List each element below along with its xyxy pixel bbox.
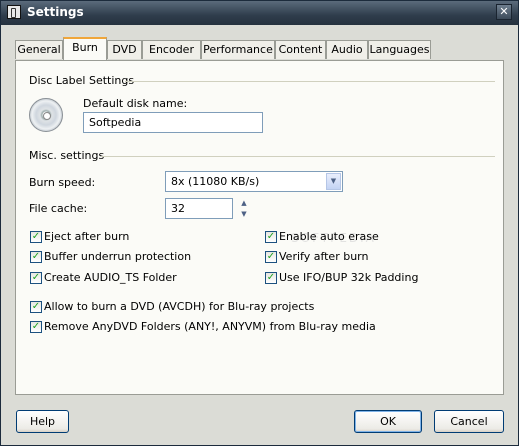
enable-auto-erase-label: Enable auto erase <box>279 230 379 243</box>
checkmark-icon[interactable]: ✓ <box>30 272 42 284</box>
disc-icon <box>29 98 63 132</box>
tab-languages[interactable]: Languages <box>368 40 431 59</box>
default-disk-name-field[interactable]: Softpedia <box>83 112 263 133</box>
file-cache-stepper[interactable]: ▲ ▼ <box>237 198 251 219</box>
burn-speed-value: 8x (11080 KB/s) <box>171 175 260 188</box>
burn-speed-label: Burn speed: <box>29 176 96 189</box>
checkmark-icon[interactable]: ✓ <box>30 231 42 243</box>
file-cache-field[interactable]: 32 <box>165 198 233 219</box>
window-title: Settings <box>27 5 84 19</box>
group-divider <box>101 156 495 157</box>
burn-speed-dropdown[interactable]: 8x (11080 KB/s) ▼ <box>165 171 343 192</box>
eject-after-burn-label: Eject after burn <box>44 230 130 243</box>
remove-anydvd-label: Remove AnyDVD Folders (ANY!, ANYVM) from… <box>44 320 376 333</box>
help-button[interactable]: Help <box>16 410 69 433</box>
checkmark-icon[interactable]: ✓ <box>30 321 42 333</box>
disc-label-group-title: Disc Label Settings <box>29 74 135 87</box>
allow-avchd-label: Allow to burn a DVD (AVCDH) for Blu-ray … <box>44 300 315 313</box>
tab-encoder[interactable]: Encoder <box>142 40 201 59</box>
checkmark-icon[interactable]: ✓ <box>265 231 277 243</box>
close-icon: ✕ <box>499 5 509 18</box>
misc-settings-group-title: Misc. settings <box>29 149 105 162</box>
settings-window: Settings ✕ General Burn DVD Encoder Perf… <box>0 0 519 446</box>
app-icon <box>7 5 21 19</box>
verify-after-burn-label: Verify after burn <box>279 250 369 263</box>
tab-content[interactable]: Content <box>275 40 326 59</box>
tab-general[interactable]: General <box>15 40 63 59</box>
chevron-down-icon[interactable]: ▼ <box>326 173 341 190</box>
buffer-underrun-label: Buffer underrun protection <box>44 250 192 263</box>
tab-audio[interactable]: Audio <box>326 40 368 59</box>
burn-tab-panel <box>15 60 504 395</box>
ifo-bup-padding-label: Use IFO/BUP 32k Padding <box>279 271 419 284</box>
group-divider <box>125 81 495 82</box>
tab-dvd[interactable]: DVD <box>107 40 142 59</box>
tab-burn[interactable]: Burn <box>63 37 107 60</box>
checkmark-icon[interactable]: ✓ <box>265 251 277 263</box>
default-disk-name-label: Default disk name: <box>83 97 188 110</box>
create-audio-ts-label: Create AUDIO_TS Folder <box>44 271 177 284</box>
close-button[interactable]: ✕ <box>496 4 512 20</box>
title-bar[interactable]: Settings ✕ <box>1 1 518 25</box>
file-cache-label: File cache: <box>29 202 88 215</box>
spin-down-icon[interactable]: ▼ <box>237 209 251 219</box>
tab-performance[interactable]: Performance <box>201 40 275 59</box>
spin-up-icon[interactable]: ▲ <box>237 198 251 208</box>
checkmark-icon[interactable]: ✓ <box>30 251 42 263</box>
cancel-button[interactable]: Cancel <box>434 410 504 433</box>
checkmark-icon[interactable]: ✓ <box>30 301 42 313</box>
ok-button[interactable]: OK <box>354 410 422 433</box>
checkmark-icon[interactable]: ✓ <box>265 272 277 284</box>
